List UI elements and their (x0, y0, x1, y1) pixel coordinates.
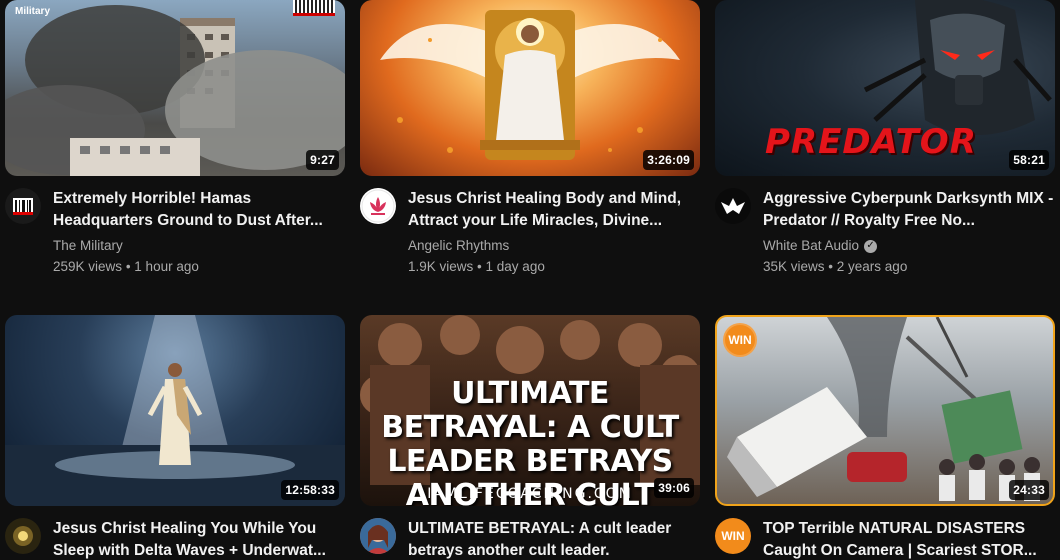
video-card[interactable]: PREDATOR 58:21 Aggressive Cyberpunk Dark… (715, 0, 1055, 277)
channel-name[interactable]: White Bat Audio (763, 237, 859, 255)
thumbnail-label: Military (15, 6, 51, 17)
win-badge-icon: WIN (723, 323, 757, 357)
channel-avatar[interactable] (715, 188, 751, 224)
channel-avatar[interactable] (360, 518, 396, 554)
channel-name[interactable]: Angelic Rhythms (408, 237, 700, 255)
win-avatar-icon: WIN (721, 529, 745, 543)
person-avatar-icon (360, 518, 396, 554)
barcode-avatar-icon (13, 198, 33, 215)
video-title[interactable]: Aggressive Cyberpunk Darksynth MIX - Pre… (763, 188, 1055, 232)
video-title[interactable]: Extremely Horrible! Hamas Headquarters G… (53, 188, 345, 232)
video-stats: 259K views • 1 hour ago (53, 257, 345, 277)
channel-name-row[interactable]: White Bat Audio ✓ (763, 237, 1055, 255)
thumbnail-art (727, 317, 1040, 501)
video-duration: 12:58:33 (281, 480, 339, 500)
video-thumbnail[interactable]: ULTIMATE BETRAYAL: A CULT LEADER BETRAYS… (360, 315, 700, 506)
upload-age: 1 day ago (485, 259, 545, 274)
video-duration: 3:26:09 (643, 150, 694, 170)
upload-age: 2 years ago (836, 259, 908, 274)
video-thumbnail[interactable]: 12:58:33 (5, 315, 345, 506)
separator: • (828, 259, 837, 274)
bat-icon (721, 198, 745, 214)
barcode-logo (293, 0, 335, 16)
channel-name[interactable]: The Military (53, 237, 345, 255)
channel-avatar[interactable] (360, 188, 396, 224)
thumbnail-art (5, 315, 345, 506)
video-thumbnail[interactable]: Military 9:27 (5, 0, 345, 176)
video-thumbnail[interactable]: 3:26:09 (360, 0, 700, 176)
video-duration: 58:21 (1009, 150, 1049, 170)
verified-check-icon: ✓ (864, 239, 878, 253)
video-card[interactable]: ULTIMATE BETRAYAL: A CULT LEADER BETRAYS… (360, 315, 700, 560)
video-title[interactable]: TOP Terrible NATURAL DISASTERS Caught On… (763, 518, 1055, 560)
video-card[interactable]: 12:58:33 Jesus Christ Healing You While … (5, 315, 345, 560)
view-count: 35K views (763, 259, 825, 274)
video-title[interactable]: Jesus Christ Healing You While You Sleep… (53, 518, 345, 560)
channel-avatar[interactable] (5, 518, 41, 554)
video-duration: 24:33 (1009, 480, 1049, 500)
thumbnail-website-text: IAMLIFECOACHING.COM (427, 486, 633, 502)
video-thumbnail[interactable]: WIN 24:33 (715, 315, 1055, 506)
view-count: 1.9K views (408, 259, 474, 274)
video-stats: 35K views • 2 years ago (763, 257, 1055, 277)
thumbnail-title-text: PREDATOR (765, 122, 977, 162)
view-count: 259K views (53, 259, 123, 274)
video-title[interactable]: Jesus Christ Healing Body and Mind, Attr… (408, 188, 700, 232)
channel-avatar[interactable] (5, 188, 41, 224)
video-duration: 39:06 (654, 478, 694, 498)
separator: • (477, 259, 486, 274)
video-stats: 1.9K views • 1 day ago (408, 257, 700, 277)
glow-avatar-icon (13, 526, 33, 546)
video-duration: 9:27 (306, 150, 339, 170)
video-title[interactable]: ULTIMATE BETRAYAL: A cult leader betrays… (408, 518, 700, 560)
video-card[interactable]: WIN 24:33 WIN TOP Terrible NATURAL DISAS… (715, 315, 1055, 560)
thumbnail-art (5, 5, 345, 176)
video-card[interactable]: Military 9:27 Extremely Horrible! Hamas … (5, 0, 345, 277)
channel-avatar[interactable]: WIN (715, 518, 751, 554)
lotus-icon (361, 189, 395, 223)
video-card[interactable]: 3:26:09 Jesus Christ Healing Body and Mi… (360, 0, 700, 277)
upload-age: 1 hour ago (134, 259, 199, 274)
video-thumbnail[interactable]: PREDATOR 58:21 (715, 0, 1055, 176)
